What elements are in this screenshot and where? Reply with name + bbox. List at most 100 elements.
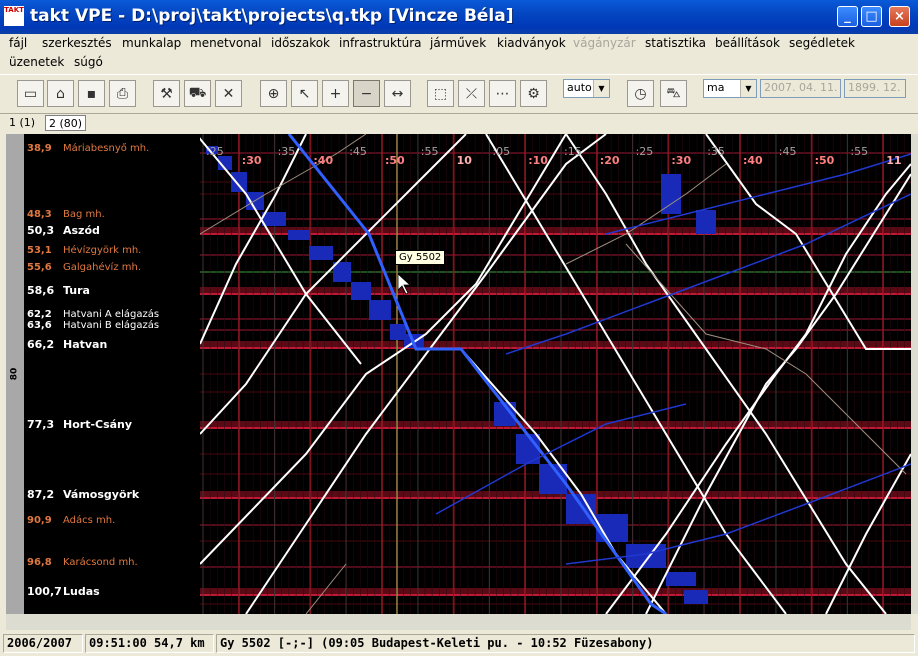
line-number-label: 80 (9, 367, 20, 381)
time-tick-label: :30 (241, 154, 262, 167)
occupancy-block (231, 172, 247, 192)
menu-idoszakok[interactable]: időszakok (271, 36, 330, 50)
pointer-plus-icon[interactable]: ↖ (291, 80, 318, 107)
station-km: 87,2 (27, 488, 55, 501)
menu-menetvonal[interactable]: menetvonal (190, 36, 262, 50)
station-row: 48,3 Bag mh. (27, 209, 105, 220)
station-row: 62,2 Hatvani A elágazás (27, 309, 159, 320)
select-rect-icon[interactable]: ⬚ (427, 80, 454, 107)
save-icon[interactable]: ▪ (78, 80, 105, 107)
occupancy-block (288, 230, 310, 240)
menu-statisztika[interactable]: statisztika (645, 36, 706, 50)
tab-sheet-2[interactable]: 2 (80) (45, 115, 87, 131)
numbered-select-icon[interactable]: ⋯ (489, 80, 516, 107)
zoom-select[interactable]: auto ▼ (563, 79, 610, 98)
cart-icon[interactable]: ⛍ (660, 80, 687, 107)
station-row: 50,3 Aszód (27, 224, 100, 237)
menu-uzenetek[interactable]: üzenetek (9, 55, 64, 69)
fit-width-icon[interactable]: ↔ (384, 80, 411, 107)
station-km: 38,9 (27, 143, 52, 154)
train-tool-icon[interactable]: ⚙ (520, 80, 547, 107)
time-tick-label: :45 (778, 145, 797, 158)
status-train: Gy 5502 [-;-] (09:05 Budapest-Keleti pu.… (216, 634, 915, 653)
date-to-field: 1899. 12. (844, 79, 906, 98)
crosshair-icon[interactable]: ⊕ (260, 80, 287, 107)
status-bar: 2006/2007 09:51:00 54,7 km Gy 5502 [-;-]… (0, 632, 918, 656)
station-name: Galgahévíz mh. (63, 262, 142, 273)
station-km: 48,3 (27, 209, 52, 220)
chevron-down-icon[interactable]: ▼ (740, 80, 756, 97)
station-km: 77,3 (27, 418, 55, 431)
station-km: 50,3 (27, 224, 55, 237)
menu-segedletek[interactable]: segédletek (789, 36, 855, 50)
vertical-scrollbar[interactable] (911, 134, 918, 614)
time-tick-label: :55 (850, 145, 869, 158)
time-tick-label: :25 (635, 145, 654, 158)
occupancy-block (351, 282, 371, 300)
time-tick-label: :35 (277, 145, 296, 158)
occupancy-block (309, 246, 333, 260)
zoom-in-icon[interactable]: + (322, 80, 349, 107)
station-km: 53,1 (27, 245, 52, 256)
occupancy-block (661, 174, 681, 214)
day-select-value: ma (707, 81, 725, 94)
sheet-tabs: 1 (1) 2 (80) (0, 113, 918, 133)
delete-train-icon[interactable]: ✕ (215, 80, 242, 107)
station-list: 38,9 Máriabesnyő mh. 48,3 Bag mh. 50,3 Aszód 5… (24, 134, 200, 614)
menu-szerkesztes[interactable]: szerkesztés (42, 36, 112, 50)
occupancy-block (369, 300, 391, 320)
menu-bar: fájl szerkesztés munkalap menetvonal idő… (0, 34, 918, 74)
time-tick-label: 10 (456, 154, 472, 167)
title-bar[interactable]: TAKT takt VPE - D:\proj\takt\projects\q.… (0, 0, 918, 34)
date-to-value: 1899. 12. (848, 81, 901, 94)
left-strip: 80 (6, 134, 24, 614)
menu-infrastruktura[interactable]: infrastruktúra (339, 36, 422, 50)
date-from-field: 2007. 04. 11. (760, 79, 841, 98)
print-icon[interactable]: ⎙ (109, 80, 136, 107)
station-name: Ludas (63, 585, 100, 598)
maximize-button[interactable]: □ (861, 6, 882, 27)
time-tick-label: :40 (313, 154, 334, 167)
train-path (645, 173, 911, 614)
menu-jarmuvek[interactable]: járművek (430, 36, 486, 50)
open-icon[interactable]: ⌂ (47, 80, 74, 107)
station-row: 63,6 Hatvani B elágazás (27, 320, 159, 331)
toolbar: ▭ ⌂ ▪ ⎙ ⚒ ⛟ ✕ ⊕ ↖ + − ↔ ⬚ ⤫ ⋯ ⚙ auto ▼ ◷ … (0, 74, 918, 114)
menu-munkalap[interactable]: munkalap (122, 36, 181, 50)
zoom-select-value: auto (567, 81, 592, 94)
station-row: 38,9 Máriabesnyő mh. (27, 143, 149, 154)
window-title: takt VPE - D:\proj\takt\projects\q.tkp [… (30, 6, 514, 26)
menu-sugo[interactable]: súgó (74, 55, 103, 69)
occupancy-block (390, 324, 406, 340)
station-name: Tura (63, 284, 90, 297)
menu-beallitasok[interactable]: beállítások (715, 36, 780, 50)
time-tick-label: :35 (707, 145, 725, 158)
station-km: 96,8 (27, 557, 52, 568)
station-km: 66,2 (27, 338, 55, 351)
train-path (705, 134, 911, 350)
connect-icon[interactable]: ⤫ (458, 80, 485, 107)
close-button[interactable]: × (889, 6, 910, 27)
worker-icon[interactable]: ⚒ (153, 80, 180, 107)
time-tick-label: :50 (814, 154, 835, 167)
station-name: Vámosgyörk (63, 488, 140, 501)
menu-kiadvanyok[interactable]: kiadványok (497, 36, 566, 50)
station-row: 53,1 Hévízgyörk mh. (27, 245, 141, 256)
minimize-button[interactable]: _ (837, 6, 858, 27)
chevron-down-icon[interactable]: ▼ (593, 80, 609, 97)
tab-sheet-1[interactable]: 1 (1) (6, 115, 38, 131)
clock-icon[interactable]: ◷ (627, 80, 654, 107)
new-icon[interactable]: ▭ (17, 80, 44, 107)
time-tick-label: :55 (420, 145, 439, 158)
train-icon[interactable]: ⛟ (184, 80, 211, 107)
timetable-graph[interactable]: 80 38,9 Máriabesnyő mh. 48,3 Bag mh. 50,3 Asz… (6, 134, 911, 614)
zoom-out-icon[interactable]: − (353, 80, 380, 107)
status-period: 2006/2007 (3, 634, 83, 653)
day-select[interactable]: ma ▼ (703, 79, 757, 98)
menu-fajl[interactable]: fájl (9, 36, 27, 50)
date-from-value: 2007. 04. 11. (764, 81, 838, 94)
station-row: 66,2 Hatvan (27, 338, 107, 351)
station-name: Máriabesnyő mh. (63, 143, 150, 154)
station-km: 100,7 (27, 585, 62, 598)
horizontal-scrollbar[interactable] (6, 614, 911, 630)
